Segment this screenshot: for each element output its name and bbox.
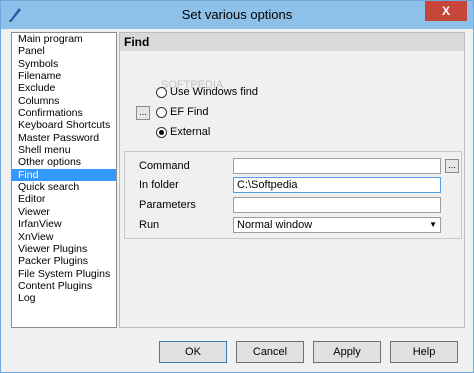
in-folder-field[interactable]: C:\Softpedia — [233, 177, 441, 193]
run-mode-select[interactable]: Normal window ▼ — [233, 217, 441, 233]
list-item[interactable]: Editor — [12, 193, 116, 205]
list-item[interactable]: Other options — [12, 156, 116, 168]
chevron-down-icon: ▼ — [429, 220, 437, 229]
list-item[interactable]: Find — [12, 168, 116, 182]
list-item[interactable]: Viewer — [12, 206, 116, 218]
in-folder-label: In folder — [139, 179, 179, 191]
use-windows-find-radio[interactable]: Use Windows find — [156, 86, 258, 98]
list-item[interactable]: Content Plugins — [12, 280, 116, 292]
radio-circle-icon — [156, 86, 167, 98]
list-item[interactable]: Keyboard Shortcuts — [12, 119, 116, 131]
list-item[interactable]: Log — [12, 292, 116, 304]
options-window: Set various options X Main program Panel S… — [0, 0, 474, 373]
radio-checked-icon — [156, 126, 167, 138]
external-settings-group: Command ... In folder C:\Softpedia Param… — [124, 151, 462, 239]
list-item[interactable]: XnView — [12, 231, 116, 243]
list-item[interactable]: Quick search — [12, 181, 116, 193]
dialog-button-bar: OK Cancel Apply Help — [7, 335, 467, 366]
radio-label: External — [170, 126, 211, 138]
list-item[interactable]: IrfanView — [12, 218, 116, 230]
list-item[interactable]: Exclude — [12, 82, 116, 94]
list-item[interactable]: Panel — [12, 45, 116, 57]
command-field[interactable] — [233, 158, 441, 174]
run-mode-value: Normal window — [237, 219, 313, 231]
parameters-field[interactable] — [233, 197, 441, 213]
command-label: Command — [139, 160, 190, 172]
panel-title: Find — [120, 33, 464, 51]
list-item[interactable]: Packer Plugins — [12, 255, 116, 267]
ef-find-radio[interactable]: EF Find — [156, 106, 209, 118]
list-item[interactable]: Shell menu — [12, 144, 116, 156]
list-item[interactable]: Columns — [12, 95, 116, 107]
options-category-list[interactable]: Main program Panel Symbols Filename Exclude C… — [11, 32, 117, 328]
list-item[interactable]: File System Plugins — [12, 268, 116, 280]
dialog-body: Main program Panel Symbols Filename Exclude C… — [7, 30, 467, 366]
list-item[interactable]: Confirmations — [12, 107, 116, 119]
help-button[interactable]: Help — [390, 341, 458, 363]
parameters-label: Parameters — [139, 199, 196, 211]
list-item[interactable]: Filename — [12, 70, 116, 82]
list-item[interactable]: Main program — [12, 33, 116, 45]
apply-button[interactable]: Apply — [313, 341, 381, 363]
radio-label: Use Windows find — [170, 86, 259, 98]
find-options-panel: Find SOFTPEDIA Use Windows find ... EF F… — [119, 32, 465, 328]
external-radio[interactable]: External — [156, 126, 210, 138]
command-browse-button[interactable]: ... — [445, 159, 459, 173]
ef-find-browse-button[interactable]: ... — [136, 106, 150, 120]
window-title: Set various options — [181, 7, 293, 22]
radio-circle-icon — [156, 106, 167, 118]
radio-label: EF Find — [170, 106, 209, 118]
title-bar[interactable]: Set various options X — [1, 1, 473, 29]
list-item[interactable]: Viewer Plugins — [12, 243, 116, 255]
list-item[interactable]: Symbols — [12, 58, 116, 70]
run-label: Run — [139, 219, 160, 231]
ok-button[interactable]: OK — [159, 341, 227, 363]
close-button[interactable]: X — [425, 1, 467, 21]
list-item[interactable]: Master Password — [12, 132, 116, 144]
cancel-button[interactable]: Cancel — [236, 341, 304, 363]
